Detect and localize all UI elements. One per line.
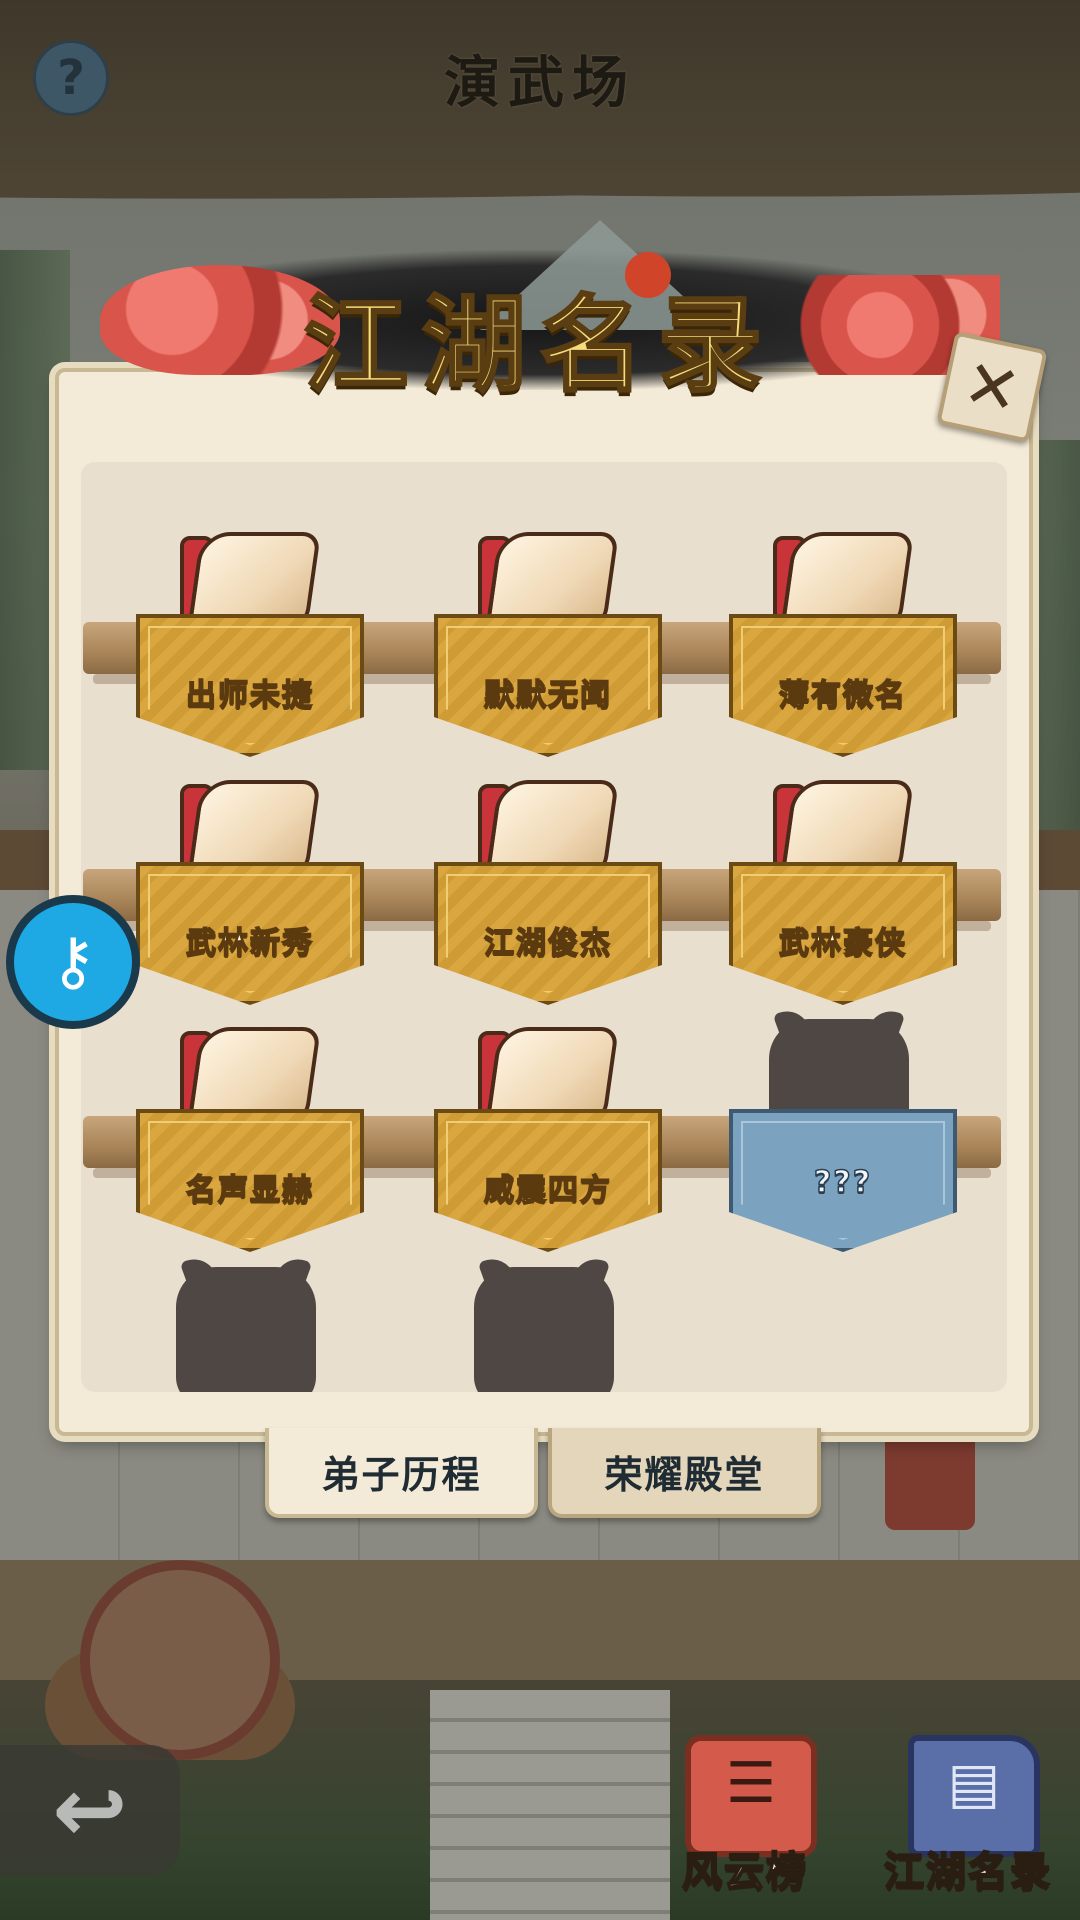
medal-label: 名声显赫: [185, 1172, 314, 1209]
medal-item[interactable]: 威震四方: [434, 1019, 662, 1254]
medal-label: 威震四方: [483, 1172, 612, 1209]
key-icon[interactable]: ⚷: [6, 895, 140, 1029]
tab-disciple-history[interactable]: 弟子历程: [265, 1428, 538, 1518]
medal-item[interactable]: 出师未捷: [136, 524, 364, 759]
medal-item[interactable]: 薄有微名: [729, 524, 957, 759]
medal-plaque: 武林豪侠: [729, 862, 957, 1005]
medal-plaque: 武林新秀: [136, 862, 364, 1005]
medal-item-locked[interactable]: [434, 1267, 654, 1392]
page-title: 演武场: [444, 50, 636, 116]
background-steps: [430, 1690, 670, 1920]
locked-silhouette-icon: [474, 1267, 614, 1392]
medal-label: 江湖俊杰: [483, 925, 612, 962]
close-icon[interactable]: ✕: [936, 331, 1048, 443]
medal-plaque: 威震四方: [434, 1109, 662, 1252]
medal-label: 薄有微名: [778, 677, 907, 714]
medal-label: 默默无闻: [483, 677, 612, 714]
tab-hall-of-glory[interactable]: 荣耀殿堂: [548, 1428, 821, 1518]
dialog-banner: 江湖名录: [40, 210, 1040, 410]
medal-plaque: 薄有微名: [729, 614, 957, 757]
dialog-panel: 出师未捷 默默无闻 薄有微名 武林新秀 江湖俊杰 武林豪侠 名声显赫 威震四方 …: [55, 368, 1033, 1436]
medal-plaque: ???: [729, 1109, 957, 1252]
nav-label: 江湖名录: [883, 1847, 1052, 1896]
nav-label: 风云榜: [681, 1847, 808, 1896]
drum: [80, 1560, 280, 1760]
dialog-title: 江湖名录: [302, 282, 776, 408]
medal-item-locked[interactable]: [136, 1267, 356, 1392]
nav-ranking-button[interactable]: 风云榜: [655, 1735, 835, 1915]
medal-plaque: 默默无闻: [434, 614, 662, 757]
medal-item[interactable]: 武林豪侠: [729, 772, 957, 1007]
medal-item[interactable]: 江湖俊杰: [434, 772, 662, 1007]
medal-plaque: 江湖俊杰: [434, 862, 662, 1005]
locked-silhouette-icon: [176, 1267, 316, 1392]
medal-plaque: 出师未捷: [136, 614, 364, 757]
medal-item[interactable]: 名声显赫: [136, 1019, 364, 1254]
nav-jianghu-directory-button[interactable]: 江湖名录: [878, 1735, 1058, 1915]
medal-label: 出师未捷: [185, 677, 314, 714]
back-arrow-icon[interactable]: ↩: [0, 1745, 180, 1875]
medal-item-locked[interactable]: ???: [729, 1019, 957, 1254]
medal-grid-panel: 出师未捷 默默无闻 薄有微名 武林新秀 江湖俊杰 武林豪侠 名声显赫 威震四方 …: [81, 462, 1007, 1392]
medal-label: 武林新秀: [185, 925, 314, 962]
medal-item[interactable]: 默默无闻: [434, 524, 662, 759]
medal-label: ???: [813, 1164, 873, 1201]
medal-label: 武林豪侠: [778, 925, 907, 962]
medal-item[interactable]: 武林新秀: [136, 772, 364, 1007]
medal-plaque: 名声显赫: [136, 1109, 364, 1252]
